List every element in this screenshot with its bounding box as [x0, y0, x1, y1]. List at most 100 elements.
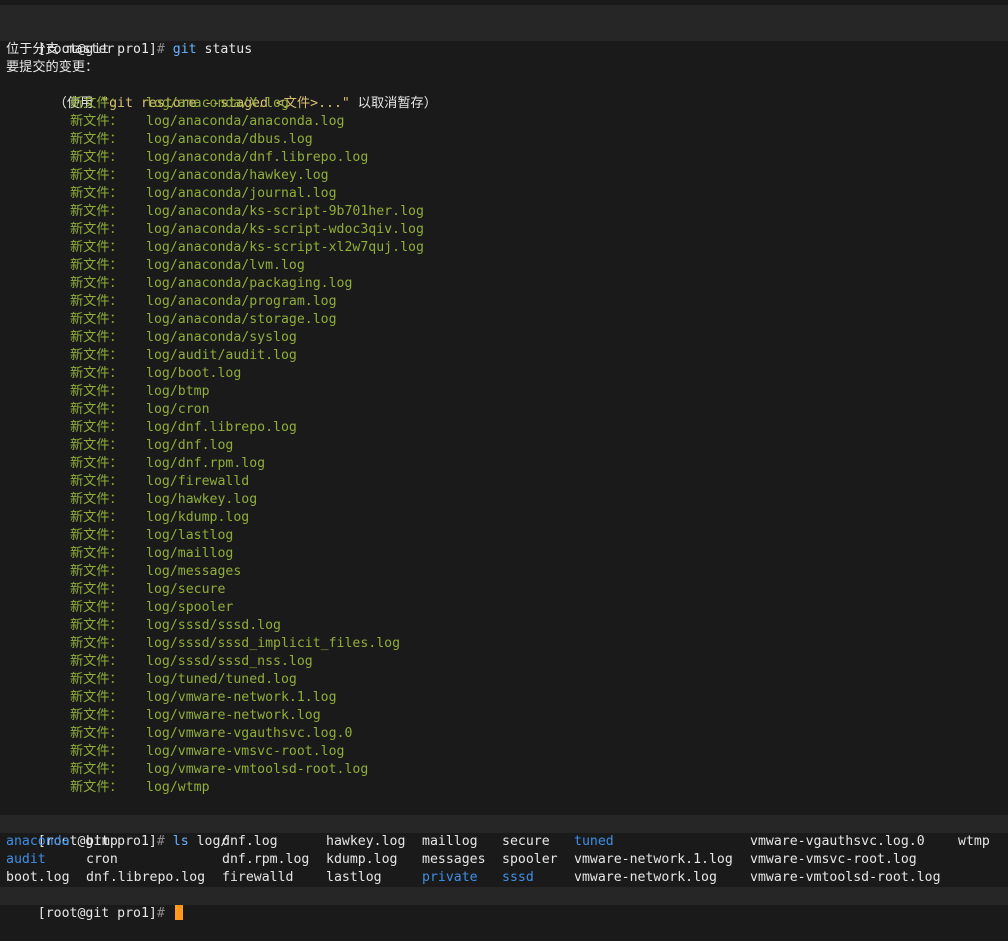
staged-file-path: log/anaconda/anaconda.log [146, 114, 345, 129]
restore-hint: （使用 "git restore --staged <文件>..." 以取消暂存… [0, 77, 1008, 111]
staged-file-row: 新文件： log/messages [0, 563, 1008, 581]
staged-file-row: 新文件： log/secure [0, 581, 1008, 599]
staged-file-path: log/wtmp [146, 780, 210, 795]
staged-file-row: 新文件： log/firewalld [0, 473, 1008, 491]
staged-file-row: 新文件： log/anaconda/program.log [0, 293, 1008, 311]
prompt-hash: # [156, 906, 173, 921]
staged-file-row: 新文件： log/anaconda/lvm.log [0, 257, 1008, 275]
staged-file-row: 新文件： log/lastlog [0, 527, 1008, 545]
staged-file-path: log/secure [146, 582, 226, 597]
staged-file-path: log/sssd/sssd_implicit_files.log [146, 636, 401, 651]
ls-file-entry: dnf.log [222, 834, 278, 849]
ls-directory-entry: audit [6, 852, 46, 867]
staged-file-path: log/tuned/tuned.log [146, 672, 297, 687]
staged-file-path: log/spooler [146, 600, 234, 615]
ls-file-entry: dnf.rpm.log [222, 852, 310, 867]
new-file-label: 新文件： [70, 744, 123, 759]
staged-file-path: log/dnf.librepo.log [146, 420, 297, 435]
staged-file-path: log/vmware-network.1.log [146, 690, 337, 705]
staged-file-row: 新文件： log/dnf.rpm.log [0, 455, 1008, 473]
new-file-label: 新文件： [70, 204, 123, 219]
ls-directory-entry: sssd [502, 870, 534, 885]
staged-file-row: 新文件： log/anaconda/syslog [0, 329, 1008, 347]
new-file-label: 新文件： [70, 510, 123, 525]
ls-row: boot.log dnf.librepo.log firewalld lastlog p… [0, 869, 1008, 887]
new-file-label: 新文件： [70, 546, 123, 561]
new-file-label: 新文件： [70, 474, 123, 489]
ls-file-entry: lastlog [326, 870, 382, 885]
staged-file-row: 新文件： log/anaconda/X.log [0, 95, 1008, 113]
ls-row: anaconda btmp dnf.log hawkey.log maillog secu… [0, 833, 1008, 851]
staged-file-row: 新文件： log/tuned/tuned.log [0, 671, 1008, 689]
staged-file-row: 新文件： log/cron [0, 401, 1008, 419]
staged-file-row: 新文件： log/vmware-network.log [0, 707, 1008, 725]
new-file-label: 新文件： [70, 654, 123, 669]
ls-file-entry: vmware-network.1.log [574, 852, 733, 867]
new-file-label: 新文件： [70, 672, 123, 687]
ls-file-entry: hawkey.log [326, 834, 406, 849]
staged-file-path: log/lastlog [146, 528, 234, 543]
staged-file-path: log/firewalld [146, 474, 250, 489]
staged-file-path: log/dnf.log [146, 438, 234, 453]
terminal-window[interactable]: [root@git pro1]# git checkout -- * [root… [0, 0, 1008, 921]
staged-file-path: log/anaconda/X.log [146, 96, 289, 111]
staged-file-row: 新文件： log/vmware-vmtoolsd-root.log [0, 761, 1008, 779]
staged-file-path: log/anaconda/ks-script-xl2w7quj.log [146, 240, 424, 255]
ls-file-entry: vmware-vgauthsvc.log.0 [750, 834, 925, 849]
staged-file-path: log/anaconda/lvm.log [146, 258, 305, 273]
new-file-label: 新文件： [70, 636, 123, 651]
ls-file-entry: kdump.log [326, 852, 398, 867]
ls-file-entry: dnf.librepo.log [86, 870, 206, 885]
staged-file-row: 新文件： log/vmware-vmsvc-root.log [0, 743, 1008, 761]
prompt: [root@git pro1] [37, 906, 157, 921]
new-file-label: 新文件： [70, 186, 123, 201]
staged-file-row: 新文件： log/sssd/sssd.log [0, 617, 1008, 635]
prompt-line-checkout: [root@git pro1]# git checkout -- * [0, 5, 1008, 39]
staged-file-path: log/anaconda/storage.log [146, 312, 337, 327]
prompt-line-current[interactable]: [root@git pro1]# [0, 887, 1008, 921]
staged-file-path: log/anaconda/syslog [146, 330, 297, 345]
staged-file-row: 新文件： log/spooler [0, 599, 1008, 617]
staged-file-row: 新文件： log/anaconda/ks-script-xl2w7quj.log [0, 239, 1008, 257]
ls-directory-entry: anaconda [6, 834, 70, 849]
ls-file-entry: spooler [502, 852, 558, 867]
staged-file-row: 新文件： log/wtmp [0, 779, 1008, 797]
new-file-label: 新文件： [70, 582, 123, 597]
staged-file-row: 新文件： log/audit/audit.log [0, 347, 1008, 365]
branch-line: 位于分支 master [6, 42, 115, 57]
new-file-label: 新文件： [70, 330, 123, 345]
ls-row: audit cron dnf.rpm.log kdump.log messages spo… [0, 851, 1008, 869]
staged-file-row: 新文件： log/dnf.librepo.log [0, 419, 1008, 437]
staged-file-path: log/dnf.rpm.log [146, 456, 266, 471]
new-file-label: 新文件： [70, 456, 123, 471]
new-file-label: 新文件： [70, 276, 123, 291]
new-file-label: 新文件： [70, 690, 123, 705]
text-cursor[interactable] [174, 905, 183, 920]
ls-file-entry: maillog [422, 834, 478, 849]
ls-file-entry: wtmp [958, 834, 990, 849]
new-file-label: 新文件： [70, 258, 123, 273]
ls-file-entry: firewalld [222, 870, 294, 885]
staged-file-path: log/vmware-vgauthsvc.log.0 [146, 726, 353, 741]
staged-file-row: 新文件： log/anaconda/dnf.librepo.log [0, 149, 1008, 167]
staged-file-row: 新文件： log/anaconda/packaging.log [0, 275, 1008, 293]
staged-file-path: log/maillog [146, 546, 234, 561]
staged-file-row: 新文件： log/hawkey.log [0, 491, 1008, 509]
staged-file-path: log/hawkey.log [146, 492, 258, 507]
ls-file-entry: vmware-vmsvc-root.log [750, 852, 917, 867]
ls-file-entry: cron [86, 852, 118, 867]
new-file-label: 新文件： [70, 402, 123, 417]
ls-output: anaconda btmp dnf.log hawkey.log maillog secu… [0, 833, 1008, 887]
staged-file-path: log/messages [146, 564, 242, 579]
new-file-label: 新文件： [70, 600, 123, 615]
new-file-label: 新文件： [70, 726, 123, 741]
staged-file-path: log/btmp [146, 384, 210, 399]
staged-file-row: 新文件： log/anaconda/anaconda.log [0, 113, 1008, 131]
new-file-label: 新文件： [70, 168, 123, 183]
staged-file-row: 新文件： log/anaconda/dbus.log [0, 131, 1008, 149]
staged-file-row: 新文件： log/vmware-vgauthsvc.log.0 [0, 725, 1008, 743]
new-file-label: 新文件： [70, 564, 123, 579]
staged-file-row: 新文件： log/anaconda/journal.log [0, 185, 1008, 203]
new-file-label: 新文件： [70, 348, 123, 363]
staged-file-row: 新文件： log/maillog [0, 545, 1008, 563]
